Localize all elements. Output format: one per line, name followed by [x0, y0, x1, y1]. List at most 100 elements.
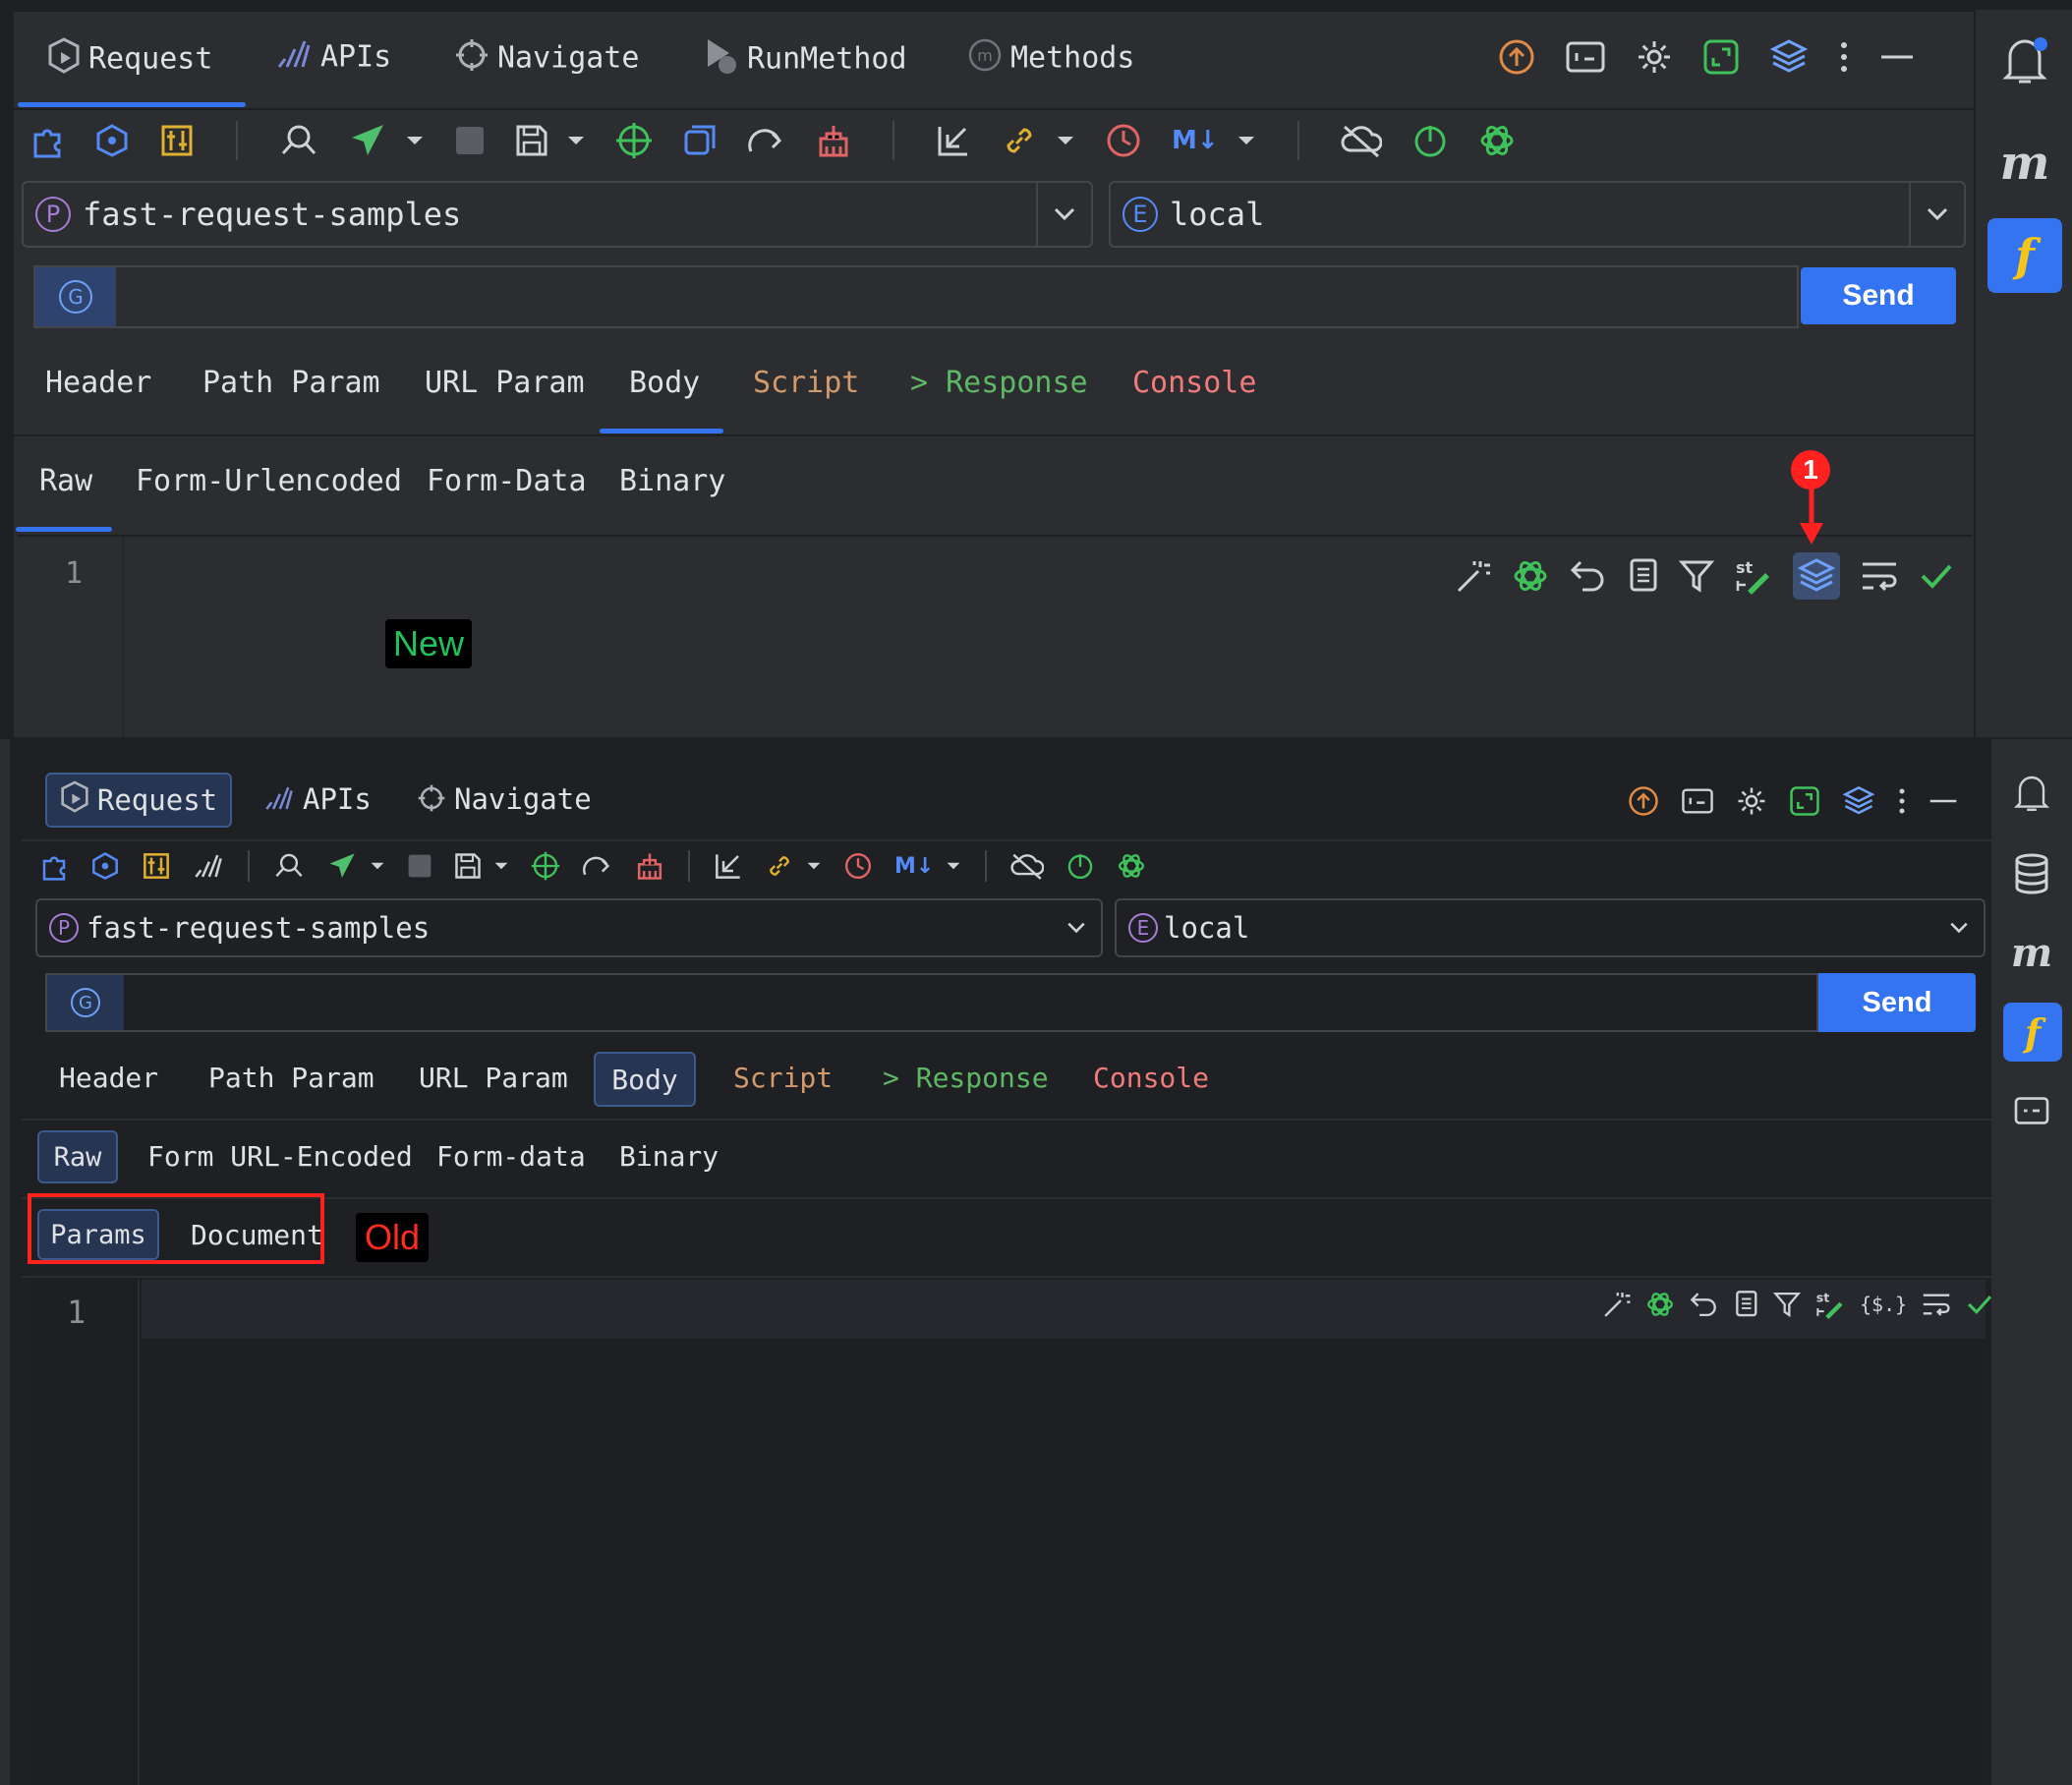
- tab-binary[interactable]: Binary: [619, 464, 725, 498]
- chevron-down-icon[interactable]: [1036, 183, 1091, 246]
- old-tab-form-url-encoded[interactable]: Form URL-Encoded: [147, 1140, 413, 1173]
- sliders-icon[interactable]: [142, 851, 171, 881]
- database-icon[interactable]: [2009, 851, 2054, 896]
- clock-icon[interactable]: [843, 851, 873, 881]
- tab-apis[interactable]: APIs: [275, 37, 391, 79]
- project-select[interactable]: P fast-request-samples: [22, 181, 1093, 248]
- power-icon[interactable]: [1411, 122, 1449, 159]
- tab-header[interactable]: Header: [45, 366, 151, 400]
- chevron-down-icon[interactable]: [946, 861, 961, 871]
- layers-icon[interactable]: [1793, 552, 1840, 600]
- markdown-icon[interactable]: M↓: [894, 854, 934, 879]
- chevron-down-icon[interactable]: [405, 135, 425, 146]
- bell-icon[interactable]: [1997, 31, 2052, 90]
- filter-icon[interactable]: [1679, 558, 1714, 594]
- bell-icon[interactable]: [2009, 771, 2054, 816]
- send-plane-icon[interactable]: [326, 851, 358, 881]
- puzzle-icon[interactable]: [29, 123, 65, 158]
- minimize-icon[interactable]: [1928, 786, 1958, 816]
- old-tab-binary[interactable]: Binary: [619, 1140, 719, 1173]
- chevron-down-icon[interactable]: [566, 135, 586, 146]
- expand-icon[interactable]: [1702, 38, 1740, 76]
- send-button[interactable]: Send: [1801, 267, 1956, 324]
- tab-path-param[interactable]: Path Param: [202, 366, 380, 400]
- wrap-lines-icon[interactable]: [1860, 558, 1899, 594]
- openai-icon[interactable]: [1117, 851, 1146, 881]
- openai-icon[interactable]: [1478, 122, 1516, 159]
- layers-icon[interactable]: [1769, 37, 1809, 77]
- old-tab-apis[interactable]: APIs: [263, 782, 372, 820]
- stop-icon[interactable]: [407, 853, 432, 879]
- undo-icon[interactable]: [1569, 558, 1606, 594]
- import-icon[interactable]: [714, 851, 743, 881]
- save-icon[interactable]: [515, 124, 548, 157]
- tab-script[interactable]: Script: [753, 366, 859, 400]
- tab-request[interactable]: Request: [47, 37, 212, 83]
- old-project-select[interactable]: P fast-request-samples: [35, 898, 1103, 957]
- old-tab-body[interactable]: Body: [594, 1052, 696, 1107]
- wrap-lines-icon[interactable]: [1921, 1291, 1952, 1318]
- stop-icon[interactable]: [454, 125, 486, 156]
- tab-form-urlencoded[interactable]: Form-Urlencoded: [136, 464, 402, 498]
- copy-window-icon[interactable]: [682, 123, 718, 158]
- check-icon[interactable]: [1919, 560, 1954, 592]
- tab-methods[interactable]: m Methods: [967, 37, 1134, 81]
- chevron-down-icon[interactable]: [370, 861, 385, 871]
- gear-icon[interactable]: [1736, 785, 1767, 817]
- tab-raw[interactable]: Raw: [39, 464, 92, 498]
- openai-icon[interactable]: [1645, 1290, 1675, 1319]
- old-body-editor[interactable]: 1: [29, 1280, 1986, 1785]
- old-tab-url-param[interactable]: URL Param: [419, 1062, 568, 1094]
- tab-navigate[interactable]: Navigate: [454, 37, 640, 81]
- terminal-icon[interactable]: [1565, 39, 1606, 75]
- old-tab-request[interactable]: Request: [45, 773, 232, 828]
- magic-wand-icon[interactable]: [1455, 557, 1492, 595]
- env-select[interactable]: E local: [1109, 181, 1966, 248]
- more-vertical-icon[interactable]: [1838, 39, 1850, 75]
- fast-request-plugin-button[interactable]: f: [1987, 218, 2062, 293]
- old-tab-form-data[interactable]: Form-data: [436, 1140, 586, 1173]
- old-tab-response[interactable]: > Response: [883, 1062, 1049, 1094]
- broom-icon[interactable]: [816, 123, 851, 158]
- sliders-icon[interactable]: [159, 123, 195, 158]
- redo-icon[interactable]: [747, 126, 786, 155]
- redo-icon[interactable]: [582, 854, 613, 878]
- old-tab-console[interactable]: Console: [1093, 1062, 1209, 1094]
- gear-icon[interactable]: [1636, 38, 1673, 76]
- old-method-selector[interactable]: G: [47, 975, 124, 1030]
- link-icon[interactable]: [1001, 122, 1038, 159]
- tab-body[interactable]: Body: [629, 366, 700, 400]
- magic-wand-icon[interactable]: [1602, 1290, 1632, 1319]
- tab-form-data[interactable]: Form-Data: [427, 464, 587, 498]
- chevron-down-icon[interactable]: [1052, 900, 1101, 955]
- chevron-down-icon[interactable]: [1056, 135, 1075, 146]
- old-env-select[interactable]: E local: [1115, 898, 1986, 957]
- markdown-icon[interactable]: M↓: [1172, 126, 1219, 155]
- puzzle-icon[interactable]: [39, 851, 69, 881]
- tab-url-param[interactable]: URL Param: [425, 366, 585, 400]
- document-icon[interactable]: [1732, 1290, 1759, 1319]
- minimize-icon[interactable]: [1879, 39, 1915, 75]
- url-input[interactable]: G: [33, 265, 1799, 328]
- m-plugin-icon[interactable]: m: [2005, 926, 2058, 979]
- chevron-down-icon[interactable]: [1909, 183, 1964, 246]
- clock-icon[interactable]: [1105, 122, 1142, 159]
- expand-icon[interactable]: [1789, 785, 1820, 817]
- old-tab-raw[interactable]: Raw: [37, 1130, 118, 1183]
- upload-icon[interactable]: [1498, 38, 1535, 76]
- check-icon[interactable]: [1966, 1292, 1993, 1317]
- send-plane-icon[interactable]: [348, 122, 387, 159]
- chevron-down-icon[interactable]: [1237, 135, 1256, 146]
- link-icon[interactable]: [765, 851, 794, 881]
- terminal-icon[interactable]: [2009, 1091, 2054, 1130]
- fast-request-plugin-button[interactable]: f: [2003, 1003, 2062, 1062]
- old-tab-navigate[interactable]: Navigate: [417, 782, 592, 820]
- old-tab-script[interactable]: Script: [733, 1062, 833, 1094]
- tab-runmethod[interactable]: RunMethod: [704, 37, 907, 83]
- undo-icon[interactable]: [1689, 1291, 1718, 1318]
- apis-icon[interactable]: [193, 851, 224, 881]
- terminal-icon[interactable]: [1681, 786, 1714, 816]
- import-icon[interactable]: [936, 123, 971, 158]
- string-edit-icon[interactable]: st: [1734, 557, 1773, 595]
- old-tab-header[interactable]: Header: [59, 1062, 158, 1094]
